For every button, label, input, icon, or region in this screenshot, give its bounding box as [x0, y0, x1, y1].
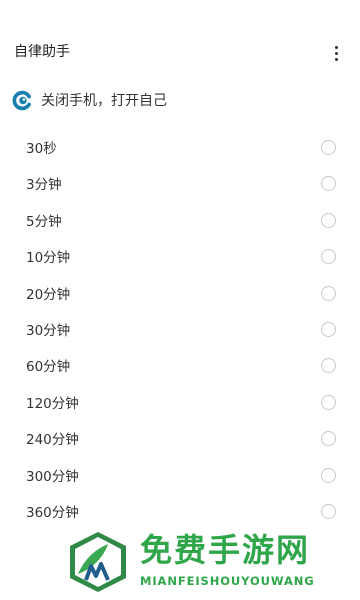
- duration-option[interactable]: 30分钟: [0, 313, 360, 349]
- duration-radio[interactable]: [321, 249, 336, 265]
- duration-option-label: 20分钟: [26, 286, 71, 303]
- duration-option[interactable]: 10分钟: [0, 240, 360, 276]
- duration-options-list: 30秒 3分钟 5分钟 10分钟 20分钟 30分钟 60分钟 120分钟 240分钟 300分钟…: [0, 131, 360, 531]
- more-vert-icon: [334, 45, 338, 49]
- duration-radio[interactable]: [321, 140, 336, 155]
- duration-radio[interactable]: [321, 285, 336, 301]
- duration-option[interactable]: 20分钟: [0, 277, 360, 313]
- duration-option-label: 300分钟: [26, 468, 79, 485]
- duration-option[interactable]: 300分钟: [0, 459, 360, 495]
- watermark-subtitle: MIANFEISHOUYOUWANG: [140, 574, 315, 588]
- app-header: 关闭手机，打开自己: [12, 88, 167, 112]
- duration-radio[interactable]: [321, 321, 336, 337]
- duration-option[interactable]: 120分钟: [0, 386, 360, 422]
- duration-option[interactable]: 360分钟: [0, 495, 360, 531]
- duration-radio[interactable]: [321, 394, 336, 410]
- duration-option-label: 240分钟: [26, 432, 79, 449]
- duration-option-label: 120分钟: [26, 395, 79, 412]
- duration-radio[interactable]: [321, 503, 336, 519]
- more-options-button[interactable]: [326, 40, 346, 66]
- duration-option[interactable]: 240分钟: [0, 422, 360, 458]
- app-title: 自律助手: [14, 44, 70, 60]
- duration-radio[interactable]: [321, 176, 336, 192]
- duration-option[interactable]: 5分钟: [0, 204, 360, 240]
- app-bar: 自律助手: [0, 32, 360, 76]
- duration-option[interactable]: 60分钟: [0, 349, 360, 385]
- screen: 自律助手 关闭手机，打开自己 30秒 3分钟 5分钟 10分钟 20分钟 30分钟 60分钟…: [0, 0, 360, 600]
- watermark-title: 免费手游网: [140, 531, 311, 569]
- duration-radio[interactable]: [321, 431, 336, 447]
- duration-option[interactable]: 3分钟: [0, 167, 360, 203]
- app-logo-icon: [12, 90, 31, 110]
- duration-option-label: 30秒: [26, 141, 57, 157]
- duration-radio[interactable]: [321, 467, 336, 483]
- duration-option-label: 360分钟: [26, 504, 79, 521]
- app-subtitle: 关闭手机，打开自己: [41, 93, 167, 109]
- duration-radio[interactable]: [321, 358, 336, 374]
- duration-option[interactable]: 30秒: [0, 131, 360, 167]
- duration-option-label: 3分钟: [26, 177, 62, 194]
- duration-option-label: 5分钟: [26, 213, 62, 230]
- duration-option-label: 30分钟: [26, 322, 71, 339]
- watermark-logo: [70, 532, 126, 592]
- duration-radio[interactable]: [321, 212, 336, 228]
- duration-option-label: 60分钟: [26, 359, 71, 376]
- duration-option-label: 10分钟: [26, 250, 71, 267]
- watermark: 免费手游网 MIANFEISHOUYOUWANG: [64, 528, 360, 596]
